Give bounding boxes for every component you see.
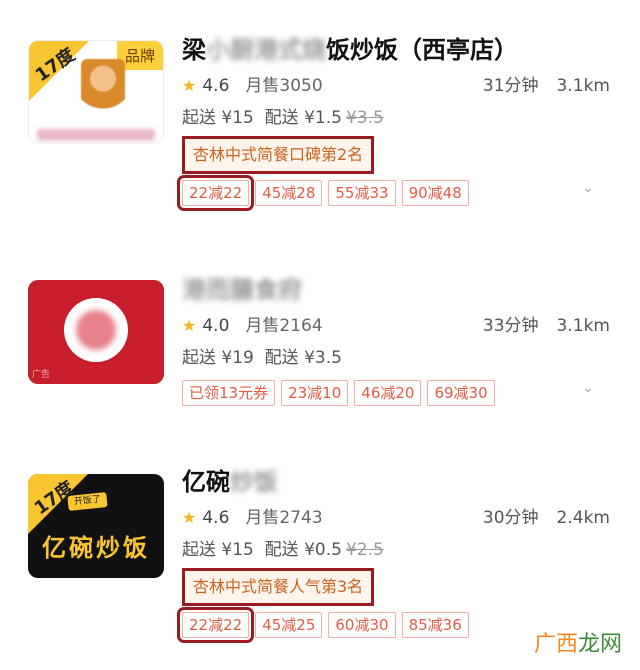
monthly-sales: 月售2164	[245, 316, 323, 336]
store-name[interactable]: 港而膳食府	[182, 270, 620, 310]
promo-tag[interactable]: 55减33	[328, 180, 396, 206]
promo-list: 已领13元券 23减10 46减20 69减30 ⌄	[182, 380, 620, 410]
delivery-fee: 配送 ¥0.5	[264, 540, 342, 560]
rating-value: 4.6	[202, 76, 230, 96]
monthly-sales: 月售3050	[245, 76, 323, 96]
fee-row: 起送 ¥15 配送 ¥1.5 ¥3.5	[182, 102, 620, 134]
rating-value: 4.0	[202, 316, 230, 336]
rank-badge[interactable]: 杏林中式简餐口碑第2名	[182, 136, 375, 174]
promo-tag[interactable]: 60减30	[328, 612, 396, 638]
promo-tag[interactable]: 90减48	[401, 180, 469, 206]
delivery-fee: 配送 ¥1.5	[264, 108, 342, 128]
promo-tag[interactable]: 85减36	[401, 612, 469, 638]
min-order: 起送 ¥19	[182, 348, 254, 368]
delivery-fee: 配送 ¥3.5	[264, 348, 342, 368]
fee-row: 起送 ¥19 配送 ¥3.5	[182, 342, 620, 374]
ad-tag: 广告	[32, 370, 51, 380]
distance: 2.4km	[556, 508, 610, 528]
promo-tag[interactable]: 已领13元券	[182, 380, 276, 406]
watermark: 广西龙网	[533, 632, 622, 657]
store-name[interactable]: 亿碗炒饭	[182, 462, 620, 502]
fee-row: 起送 ¥15 配送 ¥0.5 ¥2.5	[182, 534, 620, 566]
distance: 3.1km	[556, 76, 610, 96]
sticker-label: 开饭了	[67, 492, 108, 511]
promo-tag[interactable]: 45减28	[255, 180, 323, 206]
chevron-down-icon[interactable]: ⌄	[582, 380, 594, 396]
store-thumbnail[interactable]: 17度 品牌	[28, 40, 164, 144]
original-delivery-fee: ¥2.5	[345, 540, 384, 560]
store-name[interactable]: 梁小厨港式烧饭炒饭（西亭店）	[182, 30, 620, 70]
stats-row: ★ 4.6 月售2743 30分钟 2.4km	[182, 502, 620, 534]
chevron-down-icon[interactable]: ⌄	[582, 180, 594, 196]
monthly-sales: 月售2743	[245, 508, 323, 528]
star-icon: ★	[182, 316, 197, 335]
dish-image	[64, 298, 128, 362]
promo-tag[interactable]: 22减22	[176, 175, 255, 211]
stats-row: ★ 4.0 月售2164 33分钟 3.1km	[182, 310, 620, 342]
promo-tag[interactable]: 22减22	[176, 607, 255, 643]
star-icon: ★	[182, 76, 197, 95]
promo-tag[interactable]: 45减25	[255, 612, 323, 638]
rating-value: 4.6	[202, 508, 230, 528]
distance: 3.1km	[556, 316, 610, 336]
store-thumbnail[interactable]: 17度 开饭了 亿碗炒饭	[28, 474, 164, 578]
delivery-time: 31分钟	[482, 76, 539, 96]
rank-badge[interactable]: 杏林中式简餐人气第3名	[182, 568, 375, 606]
blurred-logo-text	[37, 129, 155, 141]
promo-tag[interactable]: 23减10	[281, 380, 349, 406]
original-delivery-fee: ¥3.5	[345, 108, 384, 128]
promo-list: 22减22 45减28 55减33 90减48 ⌄	[176, 175, 620, 211]
min-order: 起送 ¥15	[182, 540, 254, 560]
logo: 亿碗炒饭	[42, 534, 150, 562]
promo-tag[interactable]: 69减30	[427, 380, 495, 406]
delivery-time: 33分钟	[482, 316, 539, 336]
mascot-image	[81, 59, 125, 115]
star-icon: ★	[182, 508, 197, 527]
rating-corner-badge: 17度	[29, 41, 89, 101]
stats-row: ★ 4.6 月售3050 31分钟 3.1km	[182, 70, 620, 102]
promo-tag[interactable]: 46减20	[354, 380, 422, 406]
store-thumbnail[interactable]: 广告	[28, 280, 164, 384]
min-order: 起送 ¥15	[182, 108, 254, 128]
delivery-time: 30分钟	[482, 508, 539, 528]
